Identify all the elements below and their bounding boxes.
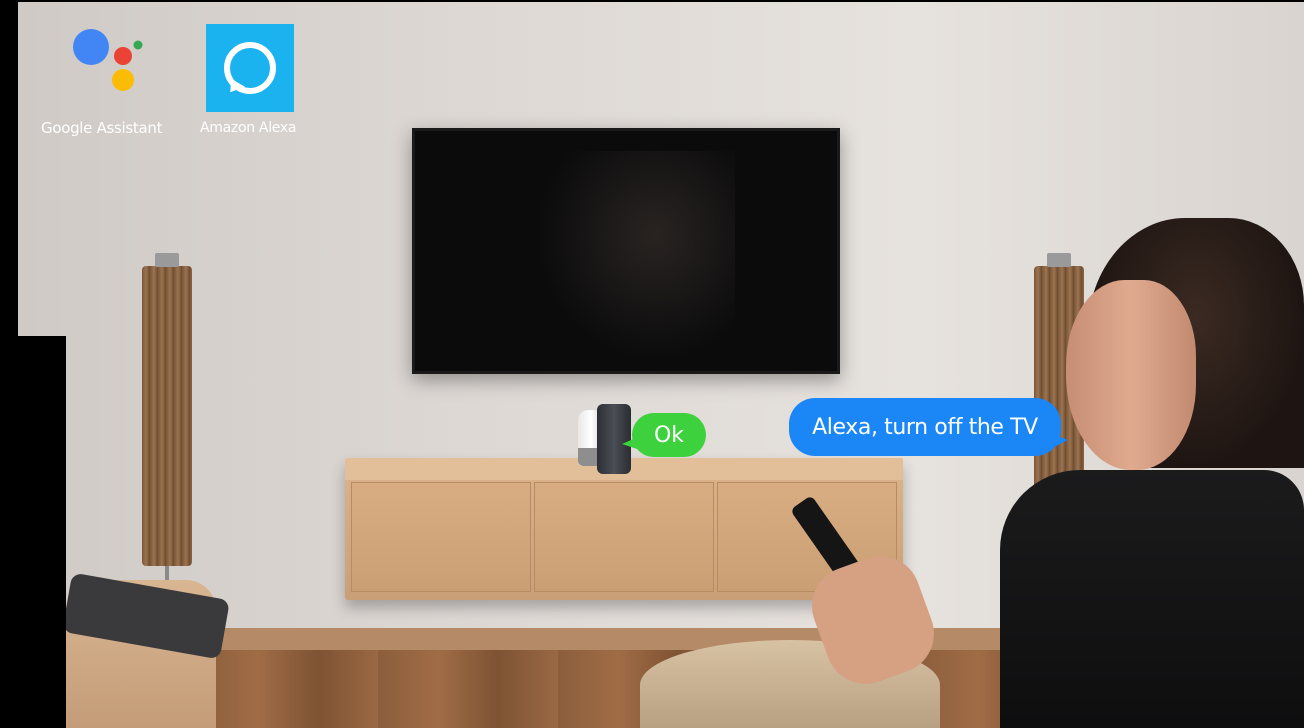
device-reply-bubble: Ok: [632, 413, 706, 457]
google-assistant-label: Google Assistant: [41, 119, 163, 137]
cabinet-drawer-middle: [534, 482, 714, 592]
right-speaker-cap: [1047, 253, 1071, 267]
amazon-alexa-icon: [206, 24, 294, 112]
left-floor-speaker: [142, 266, 192, 566]
woman-sweater: [1000, 470, 1304, 728]
amazon-alexa-label: Amazon Alexa: [200, 120, 297, 136]
google-assistant-icon: [72, 28, 144, 94]
left-speaker-cap: [155, 253, 179, 267]
tv-reflection: [535, 151, 735, 361]
cabinet-drawer-left: [351, 482, 531, 592]
black-block: [0, 336, 66, 728]
living-room-scene: [0, 0, 1304, 728]
screen: Google Assistant Amazon Alexa Ok Alexa, …: [0, 0, 1304, 728]
wall-mounted-tv: [412, 128, 840, 374]
woman-face: [1066, 280, 1196, 470]
voice-command-bubble: Alexa, turn off the TV: [789, 398, 1061, 456]
